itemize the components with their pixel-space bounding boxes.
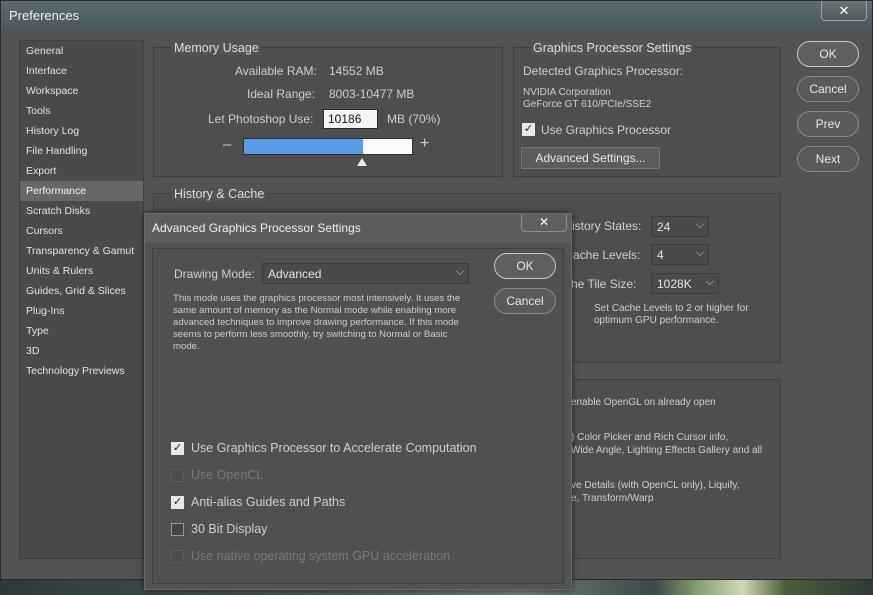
- close-icon[interactable]: ✕: [821, 1, 867, 21]
- use-gpu-label: Use Graphics Processor: [541, 123, 672, 137]
- drawing-mode-value: Advanced: [268, 267, 322, 281]
- nav-item[interactable]: Technology Previews: [20, 361, 143, 381]
- nav-item[interactable]: Guides, Grid & Slices: [20, 281, 143, 301]
- memory-increase-button[interactable]: +: [420, 135, 429, 153]
- memory-slider[interactable]: [243, 138, 413, 155]
- memory-usage-title: Memory Usage: [172, 41, 261, 55]
- nav-item[interactable]: Units & Rulers: [20, 261, 143, 281]
- chevron-down-icon: ⌵: [695, 247, 704, 259]
- graphics-info-line-2: ) Color Picker and Rich Cursor info,: [571, 432, 729, 443]
- option-checkbox: [171, 550, 184, 563]
- history-states-value: 24: [657, 220, 671, 234]
- cache-tile-size-value: 1028K: [657, 277, 692, 291]
- cache-levels-select[interactable]: 4 ⌵: [651, 244, 709, 265]
- window-title: Preferences: [9, 8, 80, 23]
- use-gpu-checkbox[interactable]: ✓: [522, 123, 535, 136]
- option-label: 30 Bit Display: [191, 522, 268, 536]
- option-label: Anti-alias Guides and Paths: [191, 495, 346, 509]
- next-button[interactable]: Next: [797, 146, 859, 172]
- option-label: Use native operating system GPU accelera…: [191, 549, 451, 563]
- option-label: Use Graphics Processor to Accelerate Com…: [191, 441, 477, 455]
- nav-item[interactable]: History Log: [20, 121, 143, 141]
- nav-item[interactable]: General: [20, 41, 143, 61]
- graphics-info-line-3: Wide Angle, Lighting Effects Gallery and…: [571, 445, 763, 456]
- option-checkbox[interactable]: [171, 523, 184, 536]
- available-ram-value: 14552 MB: [329, 64, 384, 78]
- close-icon[interactable]: ✕: [521, 214, 567, 232]
- cache-tile-size-label: he Tile Size:: [571, 277, 637, 291]
- graphics-info-line-5: e, Transform/Warp: [571, 493, 654, 504]
- option-checkbox: [171, 469, 184, 482]
- memory-amount-input[interactable]: 10186: [323, 109, 378, 129]
- nav-item[interactable]: Type: [20, 321, 143, 341]
- dialog-cancel-button[interactable]: Cancel: [494, 288, 556, 314]
- dialog-title: Advanced Graphics Processor Settings: [152, 221, 361, 235]
- nav-item[interactable]: File Handling: [20, 141, 143, 161]
- nav-item[interactable]: Plug-Ins: [20, 301, 143, 321]
- memory-slider-fill: [244, 139, 363, 154]
- ideal-range-value: 8003-10477 MB: [329, 87, 415, 101]
- memory-slider-thumb[interactable]: [357, 158, 367, 166]
- nav-item[interactable]: Cursors: [20, 221, 143, 241]
- prev-button[interactable]: Prev: [797, 111, 859, 137]
- nav-item[interactable]: Transparency & Gamut: [20, 241, 143, 261]
- gpu-vendor: NVIDIA Corporation: [523, 87, 611, 98]
- drawing-mode-select[interactable]: Advanced ⌵: [262, 263, 469, 284]
- memory-decrease-button[interactable]: –: [223, 136, 231, 153]
- chevron-down-icon: ⌵: [705, 276, 714, 288]
- cache-levels-value: 4: [657, 248, 664, 262]
- let-photoshop-use-label: Let Photoshop Use:: [208, 112, 314, 126]
- history-states-label: istory States:: [572, 219, 642, 233]
- window-titlebar[interactable]: Preferences ✕: [1, 1, 872, 30]
- drawing-mode-label: Drawing Mode:: [174, 267, 255, 281]
- cache-tile-size-select[interactable]: 1028K ⌵: [651, 273, 719, 294]
- nav-item[interactable]: Scratch Disks: [20, 201, 143, 221]
- preferences-nav: General Interface Workspace Tools History Lo…: [19, 40, 144, 559]
- nav-item[interactable]: 3D: [20, 341, 143, 361]
- nav-item[interactable]: Export: [20, 161, 143, 181]
- cache-note: Set Cache Levels to 2 or higher for opti…: [594, 303, 749, 326]
- chevron-down-icon: ⌵: [695, 219, 704, 231]
- drawing-mode-description: This mode uses the graphics processor mo…: [173, 293, 461, 352]
- nav-item[interactable]: Interface: [20, 61, 143, 81]
- option-checkbox[interactable]: ✓: [171, 496, 184, 509]
- nav-item[interactable]: Tools: [20, 101, 143, 121]
- cancel-button[interactable]: Cancel: [797, 76, 859, 102]
- option-label: Use OpenCL: [191, 468, 264, 482]
- history-states-select[interactable]: 24 ⌵: [651, 216, 709, 237]
- memory-unit-label: MB (70%): [387, 112, 441, 126]
- history-cache-title: History & Cache: [172, 187, 267, 201]
- nav-item[interactable]: Workspace: [20, 81, 143, 101]
- ok-button[interactable]: OK: [797, 41, 859, 67]
- gpu-settings-title: Graphics Processor Settings: [531, 41, 694, 55]
- dialog-titlebar[interactable]: Advanced Graphics Processor Settings ✕: [145, 214, 571, 242]
- chevron-down-icon: ⌵: [455, 266, 464, 278]
- graphics-info-line-1: enable OpenGL on already open: [571, 397, 716, 408]
- cache-levels-label: ache Levels:: [573, 248, 641, 262]
- ideal-range-label: Ideal Range:: [247, 87, 316, 101]
- dialog-ok-button[interactable]: OK: [494, 253, 556, 279]
- advanced-settings-button[interactable]: Advanced Settings...: [521, 147, 660, 169]
- available-ram-label: Available RAM:: [235, 64, 317, 78]
- graphics-info-line-4: ve Details (with OpenCL only), Liquify,: [571, 480, 740, 491]
- option-checkbox[interactable]: ✓: [171, 442, 184, 455]
- nav-item[interactable]: Performance: [20, 181, 143, 201]
- gpu-model: GeForce GT 610/PCIe/SSE2: [523, 99, 652, 110]
- detected-gpu-label: Detected Graphics Processor:: [523, 64, 684, 78]
